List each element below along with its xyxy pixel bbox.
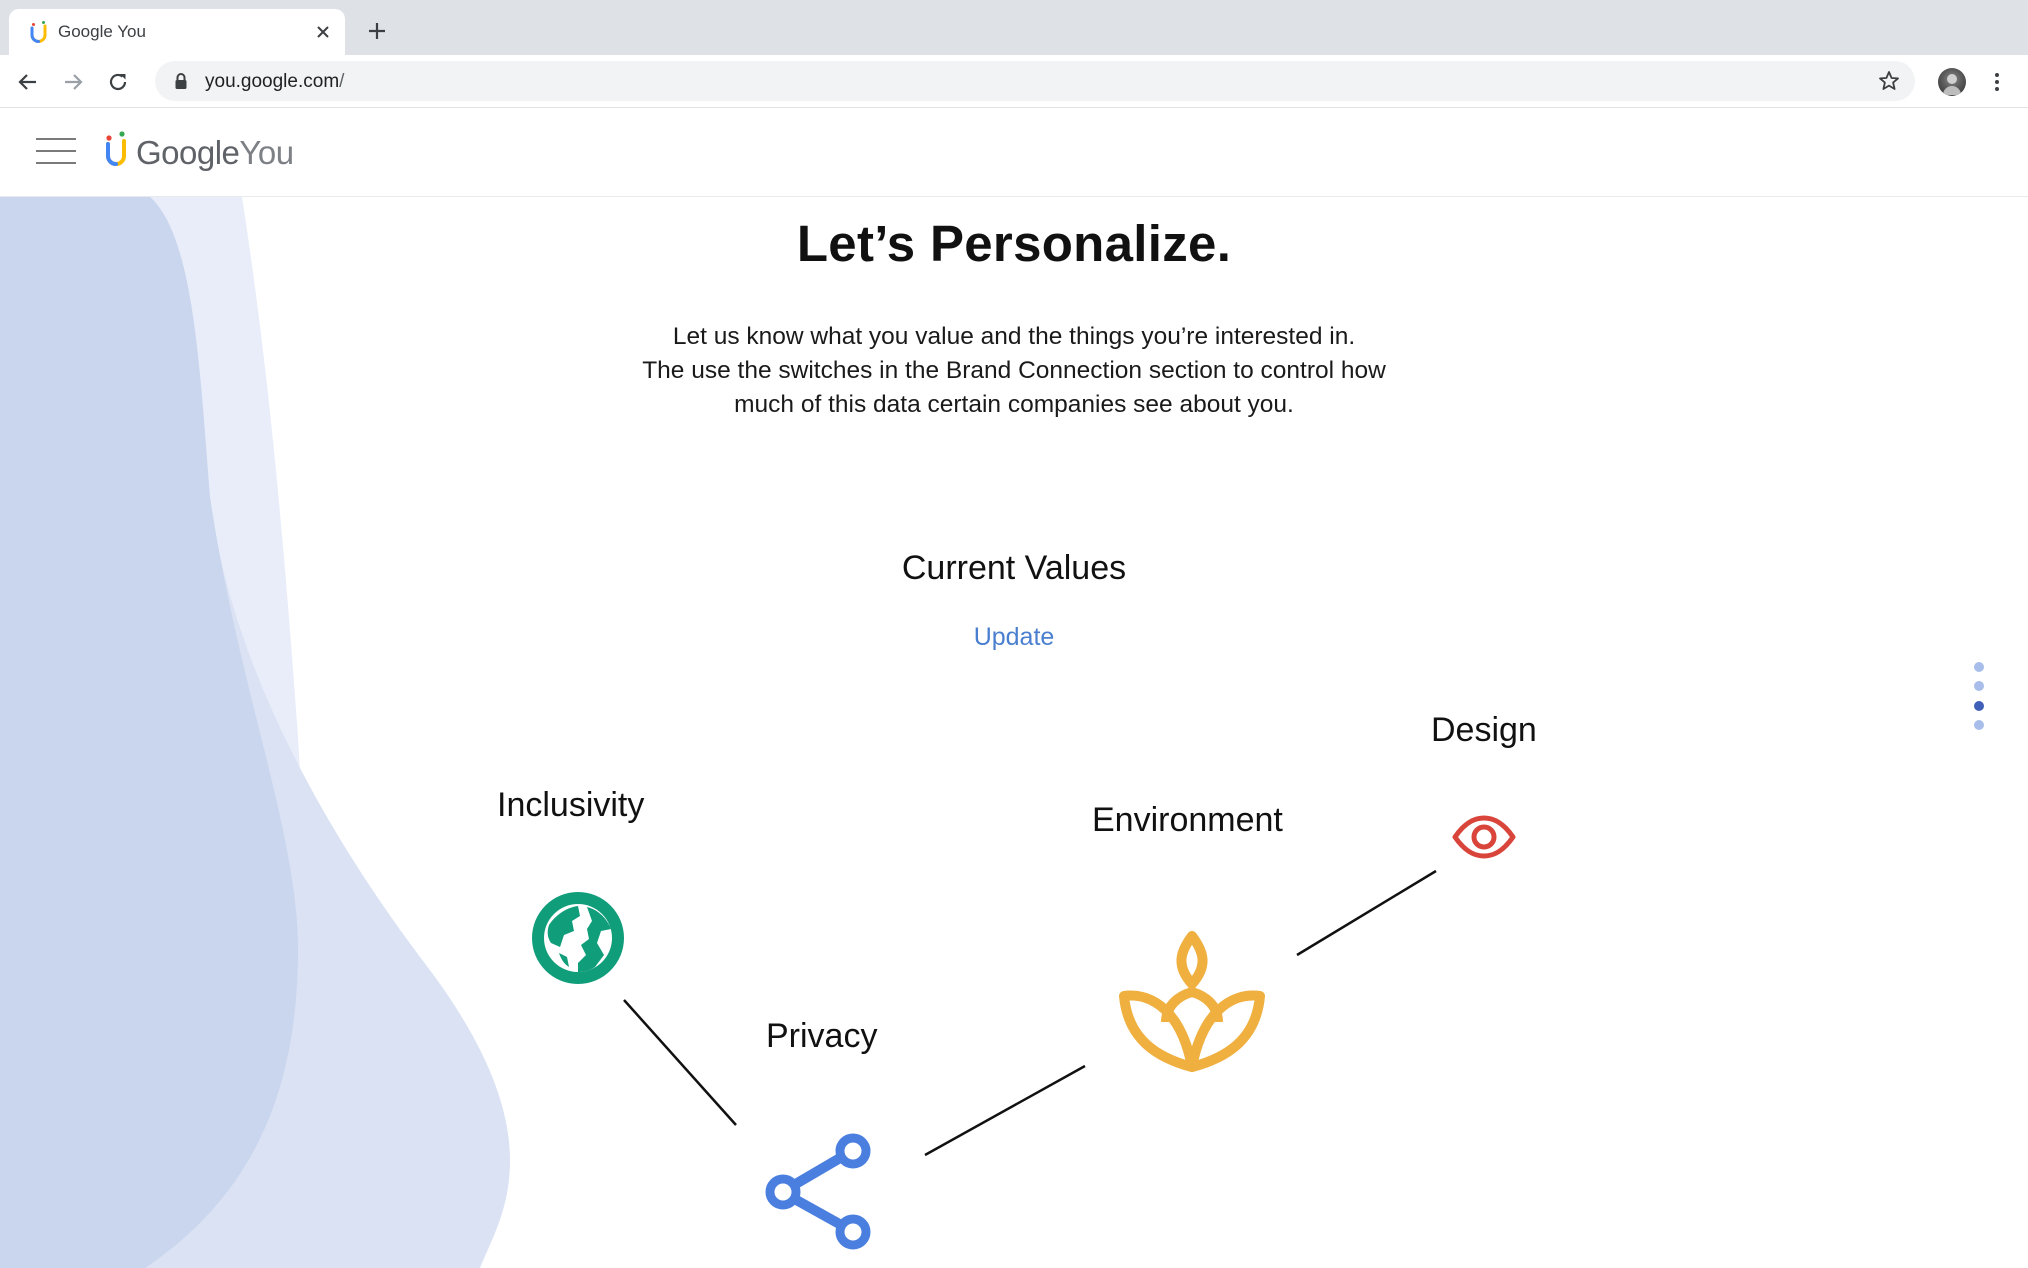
intro-text: Let us know what you value and the thing… (514, 320, 1514, 422)
profile-avatar[interactable] (1938, 68, 1966, 96)
avatar-icon (1943, 74, 1961, 95)
browser-toolbar: you.google.com/ (0, 55, 2028, 108)
browser-tab[interactable]: Google You (9, 9, 345, 55)
tab-close-icon[interactable] (311, 20, 335, 44)
share-icon[interactable] (762, 1131, 874, 1253)
update-link[interactable]: Update (964, 623, 1064, 652)
value-label-environment: Environment (1092, 801, 1283, 839)
connector-line (1296, 869, 1437, 957)
forward-button[interactable] (57, 66, 89, 98)
plus-icon (369, 23, 385, 39)
google-you-logo-icon (106, 131, 126, 166)
arrow-right-icon (65, 74, 83, 90)
back-button[interactable] (12, 66, 44, 98)
current-values-heading: Current Values (901, 549, 1127, 587)
bookmark-star-icon[interactable] (1877, 69, 1901, 93)
intro-line: much of this data certain companies see … (734, 391, 1294, 418)
pager-dot[interactable] (1974, 681, 1984, 691)
kebab-menu-icon (1995, 73, 1999, 91)
value-label-design: Design (1431, 711, 1537, 749)
site-header: GoogleYou (0, 108, 2028, 197)
new-tab-button[interactable] (362, 16, 392, 46)
pager-dot[interactable] (1974, 720, 1984, 730)
leaf-icon[interactable] (1118, 930, 1266, 1074)
lock-icon (175, 73, 187, 89)
connector-line (623, 999, 737, 1126)
globe-icon[interactable] (531, 891, 625, 985)
reload-icon (109, 73, 127, 91)
section-pager (1972, 660, 1986, 734)
hamburger-menu-icon[interactable] (34, 136, 78, 166)
value-label-inclusivity: Inclusivity (497, 786, 645, 824)
pager-dot[interactable] (1974, 662, 1984, 672)
reload-button[interactable] (102, 66, 134, 98)
address-bar[interactable]: you.google.com/ (155, 61, 1915, 101)
browser-tabstrip: Google You (0, 0, 2028, 55)
intro-line: The use the switches in the Brand Connec… (642, 357, 1386, 384)
arrow-left-icon (18, 74, 36, 90)
page-title: Let’s Personalize. (796, 215, 1232, 272)
url-text: you.google.com/ (205, 71, 345, 92)
tab-title: Google You (58, 22, 146, 41)
pager-dot-active[interactable] (1974, 701, 1984, 711)
google-you-favicon (30, 21, 47, 43)
value-label-privacy: Privacy (766, 1017, 878, 1055)
intro-line: Let us know what you value and the thing… (672, 323, 1356, 350)
connector-line (924, 1064, 1086, 1157)
eye-icon[interactable] (1452, 815, 1516, 859)
browser-menu-button[interactable] (1987, 68, 2007, 96)
background-blob-decoration (0, 197, 510, 1268)
brand-wordmark[interactable]: GoogleYou (136, 134, 294, 172)
